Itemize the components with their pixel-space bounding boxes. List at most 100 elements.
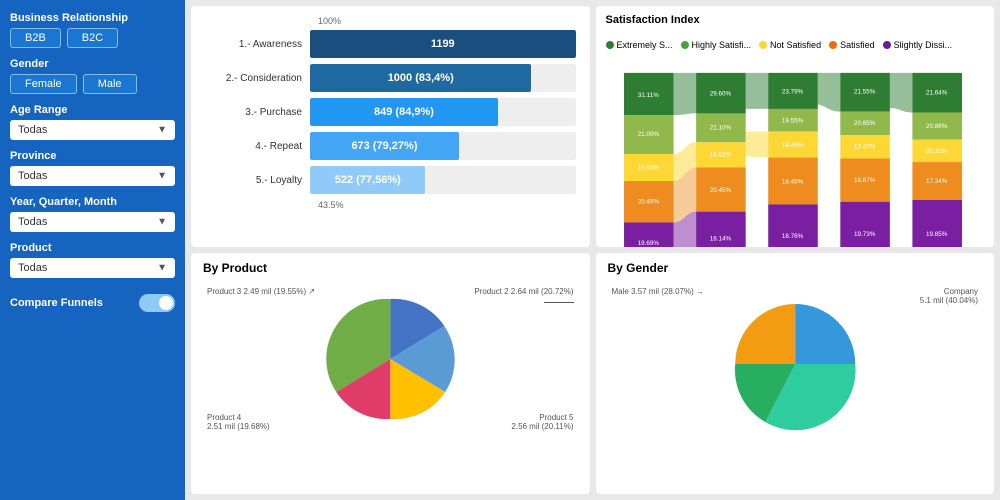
satisfaction-panel: Satisfaction Index Extremely S... Highly … (596, 6, 995, 247)
pct-label: 20.31% (926, 148, 948, 155)
b2c-button[interactable]: B2C (67, 28, 118, 48)
compare-funnels-label: Compare Funnels (10, 297, 103, 309)
funnel-bar-row: 3.- Purchase849 (84,9%) (205, 98, 576, 126)
funnel-bar-label: 1.- Awareness (205, 39, 310, 50)
business-btn-group: B2B B2C (10, 28, 175, 48)
pct-label: 31.11% (637, 92, 658, 99)
pct-label: 19.73% (853, 231, 875, 238)
pct-label: 21.00% (637, 131, 659, 138)
product4-label: Product 42.51 mil (19.68%) (207, 413, 270, 431)
funnel-bar-container: 522 (77,56%) (310, 166, 576, 194)
funnel-bar-fill: 849 (84,9%) (310, 98, 498, 126)
pct-label: 18.76% (781, 233, 803, 240)
b2b-button[interactable]: B2B (10, 28, 61, 48)
pct-label: 20.65% (853, 120, 875, 127)
funnel-scale-top: 100% (205, 16, 576, 26)
ribbon-g-1-2 (673, 73, 696, 115)
pct-label: 18.52% (709, 152, 731, 159)
product-dropdown[interactable]: Todas ▼ (10, 258, 175, 278)
funnel-bar-row: 2.- Consideration1000 (83,4%) (205, 64, 576, 92)
ribbon-y-2-3 (745, 131, 768, 157)
product5-label: Product 52.56 mil (20.11%) (511, 413, 573, 431)
sankey-svg: 31.11% 21.00% 19.93% 20.45% 19.69% 29.60… (606, 62, 985, 247)
funnel-bar-fill: 673 (79,27%) (310, 132, 459, 160)
funnel-bar-row: 4.- Repeat673 (79,27%) (205, 132, 576, 160)
by-gender-panel: By Gender Male 3.57 mil (28.07%) → Compa… (596, 253, 995, 494)
province-select[interactable]: Todas (10, 166, 175, 186)
pct-label: 18.87% (853, 177, 875, 184)
legend-label: Not Satisfied (770, 40, 821, 50)
pct-label: 19.85% (926, 231, 948, 238)
by-gender-chart: Male 3.57 mil (28.07%) → Company5.1 mil … (608, 279, 983, 439)
funnel-scale-bottom: 43.5% (318, 200, 576, 210)
scale-bottom-label: 43.5% (318, 200, 344, 210)
pct-label: 29.60% (709, 90, 731, 97)
year-quarter-month-label: Year, Quarter, Month (10, 196, 175, 208)
pct-label: 13.47% (853, 144, 875, 151)
by-product-chart: Product 2 2.64 mil (20.72%) Product 3 2.… (203, 279, 578, 439)
by-gender-title: By Gender (608, 261, 983, 275)
pct-label: 20.45% (637, 199, 659, 206)
company-label: Company5.1 mil (40.04%) (920, 287, 978, 305)
pct-label: 19.45% (781, 142, 803, 149)
funnel-bar-container: 1199 (310, 30, 576, 58)
legend-item: Extremely S... (606, 40, 673, 50)
ribbon-g-2-3 (745, 73, 768, 109)
ribbon-g-4-5 (889, 73, 912, 113)
legend-item: Highly Satisfi... (681, 40, 752, 50)
age-range-select[interactable]: Todas (10, 120, 175, 140)
funnel-bar-fill: 522 (77,56%) (310, 166, 425, 194)
pct-label: 21.64% (926, 89, 948, 96)
age-range-dropdown[interactable]: Todas ▼ (10, 120, 175, 140)
pie-seg-female (735, 304, 795, 364)
funnel-bar-label: 5.- Loyalty (205, 175, 310, 186)
funnel-bar-row: 5.- Loyalty522 (77,56%) (205, 166, 576, 194)
funnel-bar-container: 1000 (83,4%) (310, 64, 576, 92)
legend-label: Satisfied (840, 40, 875, 50)
business-relationship-label: Business Relationship (10, 12, 175, 24)
funnel-bar-label: 3.- Purchase (205, 107, 310, 118)
compare-funnels-row: Compare Funnels (10, 294, 175, 312)
pct-label: 17.34% (926, 178, 948, 185)
funnel-bar-fill: 1199 (310, 30, 576, 58)
pct-label: 23.79% (781, 89, 803, 96)
sankey-col4-seg5 (840, 202, 890, 247)
product-select[interactable]: Todas (10, 258, 175, 278)
legend-color-dot (681, 41, 689, 49)
gender-label: Gender (10, 58, 175, 70)
satisfaction-legend: Extremely S... Highly Satisfi... Not Satis… (606, 40, 953, 50)
funnel-bar-container: 849 (84,9%) (310, 98, 576, 126)
satisfaction-title: Satisfaction Index (606, 14, 700, 26)
by-product-title: By Product (203, 261, 578, 275)
legend-color-dot (883, 41, 891, 49)
legend-color-dot (759, 41, 767, 49)
product3-label: Product 3 2.49 mil (19.55%) ↗ (207, 287, 315, 296)
legend-label: Highly Satisfi... (692, 40, 752, 50)
funnel-bar-row: 1.- Awareness1199 (205, 30, 576, 58)
pct-label: 21.10% (709, 125, 731, 132)
legend-label: Slightly Dissi... (894, 40, 953, 50)
pct-label: 21.55% (853, 89, 875, 96)
legend-color-dot (829, 41, 837, 49)
compare-funnels-toggle[interactable] (139, 294, 175, 312)
pct-label: 18.45% (781, 179, 803, 186)
sankey-col5-seg5 (912, 200, 962, 247)
province-dropdown[interactable]: Todas ▼ (10, 166, 175, 186)
funnel-bar-container: 673 (79,27%) (310, 132, 576, 160)
pie-seg-other (795, 304, 855, 364)
female-button[interactable]: Female (10, 74, 77, 94)
year-select[interactable]: Todas (10, 212, 175, 232)
product-label: Product (10, 242, 175, 254)
legend-item: Not Satisfied (759, 40, 821, 50)
funnel-bars: 1.- Awareness1199 2.- Consideration1000 (… (205, 30, 576, 194)
pct-label: 20.45% (709, 187, 731, 194)
sankey-chart: 31.11% 21.00% 19.93% 20.45% 19.69% 29.60… (606, 62, 985, 247)
male-button[interactable]: Male (83, 74, 137, 94)
age-range-label: Age Range (10, 104, 175, 116)
pct-label: 20.86% (926, 123, 948, 130)
product2-label: Product 2 2.64 mil (20.72%) (474, 287, 573, 305)
legend-item: Slightly Dissi... (883, 40, 953, 50)
scale-top-label: 100% (318, 16, 341, 26)
funnel-bar-fill: 1000 (83,4%) (310, 64, 531, 92)
year-dropdown[interactable]: Todas ▼ (10, 212, 175, 232)
